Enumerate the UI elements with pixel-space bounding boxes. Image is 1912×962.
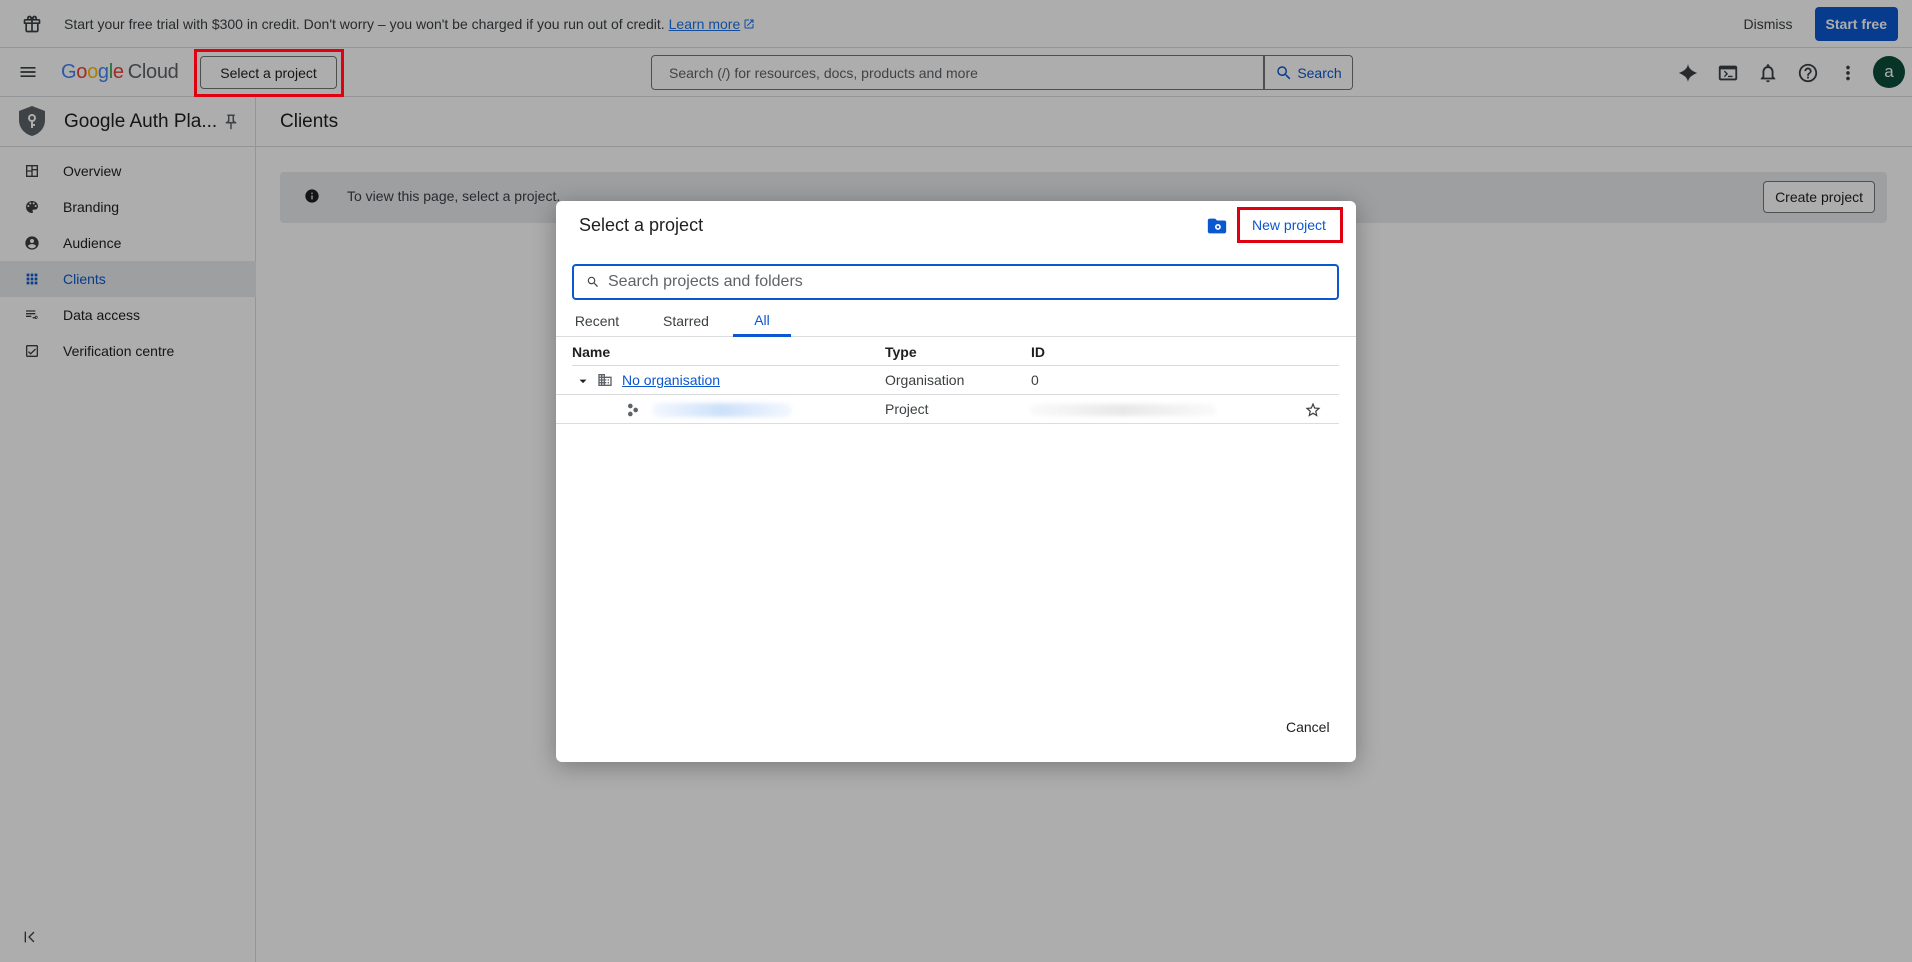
- column-name: Name: [572, 344, 611, 360]
- table-row-project[interactable]: Project: [556, 395, 1339, 424]
- row-type: Project: [885, 401, 929, 417]
- search-icon: [587, 276, 598, 287]
- project-icon: [625, 402, 641, 418]
- column-id: ID: [1031, 344, 1045, 360]
- manage-resources-icon[interactable]: [1206, 215, 1228, 237]
- organisation-link[interactable]: No organisation: [622, 372, 720, 388]
- expand-arrow-icon[interactable]: [576, 374, 590, 388]
- row-type: Organisation: [885, 372, 965, 388]
- project-search-field[interactable]: [572, 264, 1339, 300]
- app-root: Start your free trial with $300 in credi…: [0, 0, 1912, 962]
- redacted-project-name[interactable]: [652, 403, 792, 417]
- select-project-dialog: Select a project New project Recent Star…: [556, 201, 1356, 762]
- redacted-project-id: [1030, 404, 1216, 416]
- row-id: 0: [1031, 372, 1039, 388]
- tab-starred[interactable]: Starred: [658, 305, 714, 337]
- tab-recent[interactable]: Recent: [572, 305, 622, 337]
- table-row-organisation: No organisation Organisation 0: [556, 366, 1339, 395]
- project-search-input[interactable]: [608, 273, 1337, 291]
- star-icon[interactable]: [1304, 401, 1322, 419]
- column-type: Type: [885, 344, 917, 360]
- tab-all[interactable]: All: [733, 305, 791, 337]
- cancel-button[interactable]: Cancel: [1286, 719, 1330, 735]
- dialog-tabs: Recent Starred All: [556, 305, 1356, 337]
- dialog-title: Select a project: [579, 215, 704, 235]
- new-project-button[interactable]: New project: [1238, 211, 1340, 239]
- organisation-icon: [597, 372, 613, 388]
- table-header: Name Type ID: [572, 337, 1339, 366]
